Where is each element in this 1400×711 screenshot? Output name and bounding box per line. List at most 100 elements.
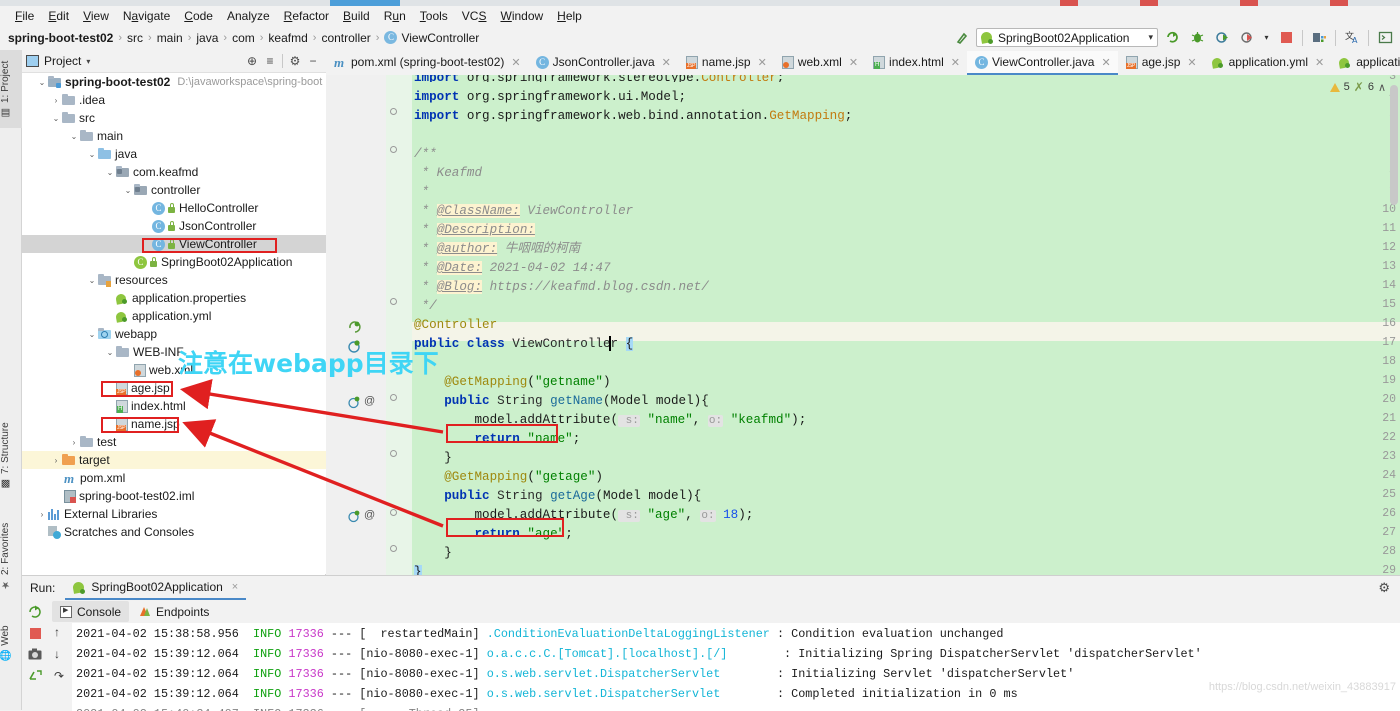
rerun-icon[interactable] <box>26 604 44 620</box>
breadcrumb-item-viewcontroller[interactable]: ViewController <box>401 31 479 45</box>
hide-icon[interactable]: − <box>304 52 322 70</box>
tree-item-springboot02application[interactable]: C SpringBoot02Application <box>22 253 326 271</box>
tree-item-web-xml[interactable]: web.xml <box>22 361 326 379</box>
fold-marker[interactable] <box>390 450 397 457</box>
breadcrumb-item-main[interactable]: main <box>157 31 183 45</box>
tree-item-application-yml[interactable]: application.yml <box>22 307 326 325</box>
menu-item-vcs[interactable]: VCS <box>455 8 494 24</box>
tab-console[interactable]: Console <box>52 601 130 622</box>
tree-item-hellocontroller[interactable]: C HelloController <box>22 199 326 217</box>
tree-item-src[interactable]: ⌄ src <box>22 109 326 127</box>
spring-bean-icon[interactable] <box>348 339 362 353</box>
menu-item-analyze[interactable]: Analyze <box>220 8 277 24</box>
breadcrumb-item-com[interactable]: com <box>232 31 255 45</box>
tree-item-java[interactable]: ⌄ java <box>22 145 326 163</box>
tree-item-index-html[interactable]: index.html <box>22 397 326 415</box>
collapse-all-icon[interactable]: ≡ <box>261 52 279 70</box>
settings-icon[interactable]: ⚙ <box>1378 580 1390 596</box>
stop-icon[interactable] <box>1275 27 1297 48</box>
inspection-widget[interactable]: 5 ✗ 6 ∧ <box>1329 79 1386 95</box>
chevron-down-icon[interactable]: ⌄ <box>86 276 98 285</box>
editor-tab-pom-xml[interactable]: m pom.xml (spring-boot-test02) ✕ <box>326 51 528 75</box>
console-output[interactable]: 2021-04-02 15:38:58.956 INFO 17336 --- [… <box>72 623 1400 711</box>
tree-item-external-libraries[interactable]: › External Libraries <box>22 505 326 523</box>
tree-item-iml[interactable]: spring-boot-test02.iml <box>22 487 326 505</box>
chevron-down-icon[interactable]: ⌄ <box>104 348 116 357</box>
chevron-down-icon[interactable]: ⌄ <box>86 330 98 339</box>
editor-tab-application-properties[interactable]: application.properties <box>1331 51 1400 75</box>
profiler-dropdown-icon[interactable]: ▾ <box>1261 27 1272 48</box>
stop-icon[interactable] <box>26 625 44 641</box>
run-tab-springboot02application[interactable]: SpringBoot02Application × <box>65 577 247 600</box>
tree-item-scratches-consoles[interactable]: Scratches and Consoles <box>22 523 326 541</box>
editor-tab-application-yml[interactable]: application.yml ✕ <box>1204 51 1332 75</box>
tree-item-webapp[interactable]: ⌄ webapp <box>22 325 326 343</box>
tree-item-spring-boot-test02[interactable]: ⌄ spring-boot-test02 D:\javaworkspace\sp… <box>22 73 326 91</box>
fold-marker[interactable] <box>390 394 397 401</box>
chevron-down-icon[interactable]: ⌄ <box>86 150 98 159</box>
tree-item-resources[interactable]: ⌄ resources <box>22 271 326 289</box>
menu-item-edit[interactable]: Edit <box>41 8 76 24</box>
breadcrumb-item-keafmd[interactable]: keafmd <box>268 31 307 45</box>
close-icon[interactable]: ✕ <box>758 56 767 69</box>
chevron-right-icon[interactable]: › <box>50 96 62 105</box>
tree-item-age-jsp[interactable]: age.jsp <box>22 379 326 397</box>
chevron-down-icon[interactable]: ⌄ <box>36 78 48 87</box>
menu-item-run[interactable]: Run <box>377 8 413 24</box>
chevron-down-icon[interactable]: ⌄ <box>50 114 62 123</box>
locate-icon[interactable]: ⊕ <box>243 52 261 70</box>
close-icon[interactable]: ✕ <box>849 56 858 69</box>
tree-item-test[interactable]: › test <box>22 433 326 451</box>
collapse-icon[interactable]: ∧ <box>1378 81 1386 94</box>
run-with-coverage-icon[interactable] <box>1211 27 1233 48</box>
close-icon[interactable]: ✕ <box>951 56 960 69</box>
project-structure-icon[interactable] <box>1308 27 1330 48</box>
chevron-down-icon[interactable]: ▾ <box>86 57 90 66</box>
tree-item-controller[interactable]: ⌄ controller <box>22 181 326 199</box>
debug-icon[interactable] <box>1186 27 1208 48</box>
translate-icon[interactable]: 文A <box>1341 27 1363 48</box>
editor-tab-index-html[interactable]: index.html ✕ <box>865 51 967 75</box>
fold-marker[interactable] <box>390 298 397 305</box>
tree-item-com-keafmd[interactable]: ⌄ com.keafmd <box>22 163 326 181</box>
tree-item-main[interactable]: ⌄ main <box>22 127 326 145</box>
run-configuration-selector[interactable]: SpringBoot02Application ▾ <box>976 28 1158 47</box>
tree-item-application-properties[interactable]: application.properties <box>22 289 326 307</box>
soft-wrap-icon[interactable]: ↷ <box>54 669 64 683</box>
sidebar-item-web[interactable]: 🌐Web <box>0 613 22 675</box>
close-icon[interactable]: × <box>232 581 238 593</box>
screenshot-icon[interactable] <box>26 646 44 662</box>
editor-tab-web-xml[interactable]: web.xml ✕ <box>774 51 865 75</box>
tree-item-jsoncontroller[interactable]: C JsonController <box>22 217 326 235</box>
chevron-down-icon[interactable]: ⌄ <box>104 168 116 177</box>
sidebar-item-project[interactable]: ▤1: Project <box>0 50 22 128</box>
override-icon[interactable]: @ <box>364 509 378 523</box>
tab-endpoints[interactable]: Endpoints <box>131 601 217 622</box>
spring-mapping-icon[interactable] <box>348 395 362 409</box>
profiler-icon[interactable] <box>1236 27 1258 48</box>
tree-item-web-inf[interactable]: ⌄ WEB-INF <box>22 343 326 361</box>
editor-tab-age-jsp[interactable]: age.jsp ✕ <box>1118 51 1204 75</box>
override-icon[interactable]: @ <box>364 395 378 409</box>
chevron-right-icon[interactable]: › <box>50 456 62 465</box>
thread-dump-icon[interactable] <box>26 667 44 683</box>
close-icon[interactable]: ✕ <box>1101 56 1110 69</box>
tree-item-viewcontroller[interactable]: C ViewController <box>22 235 326 253</box>
editor-scrollbar[interactable] <box>1388 75 1400 575</box>
menu-item-help[interactable]: Help <box>550 8 589 24</box>
menu-item-navigate[interactable]: Navigate <box>116 8 177 24</box>
chevron-down-icon[interactable]: ⌄ <box>122 186 134 195</box>
fold-marker[interactable] <box>390 509 397 516</box>
menu-item-file[interactable]: FFileile <box>8 8 41 24</box>
menu-item-refactor[interactable]: Refactor <box>277 8 336 24</box>
sidebar-item-structure[interactable]: ▩7: Structure <box>0 410 22 502</box>
sidebar-item-favorites[interactable]: ★2: Favorites <box>0 507 22 605</box>
menu-item-window[interactable]: Window <box>493 8 550 24</box>
menu-item-build[interactable]: Build <box>336 8 377 24</box>
chevron-down-icon[interactable]: ⌄ <box>68 132 80 141</box>
close-icon[interactable]: ✕ <box>1187 56 1196 69</box>
close-icon[interactable]: ✕ <box>1315 56 1324 69</box>
breadcrumb-item-controller[interactable]: controller <box>321 31 370 45</box>
spring-mapping-icon[interactable] <box>348 509 362 523</box>
menu-item-view[interactable]: View <box>76 8 116 24</box>
